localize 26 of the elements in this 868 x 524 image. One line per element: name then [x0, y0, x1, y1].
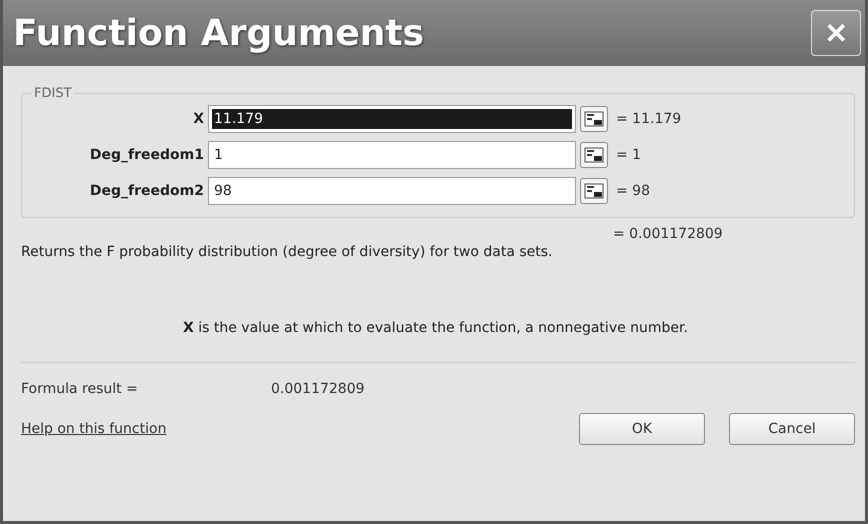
range-select-icon	[584, 147, 604, 163]
argument-result: = 1	[615, 147, 642, 163]
range-select-button[interactable]	[580, 178, 608, 204]
function-result: = 0.001172809	[613, 226, 723, 242]
argument-label: X	[192, 111, 204, 127]
range-select-button[interactable]	[580, 106, 608, 132]
ok-button[interactable]: OK	[579, 413, 705, 445]
formula-result-value: 0.001172809	[271, 381, 365, 397]
window-title: Function Arguments	[13, 12, 424, 54]
function-name: FDIST	[33, 86, 73, 101]
argument-result: = 11.179	[615, 111, 682, 127]
argument-field[interactable]: 11.179	[208, 105, 576, 133]
close-button[interactable]: ✕	[811, 10, 861, 56]
range-select-button[interactable]	[580, 142, 608, 168]
argument-field[interactable]: 98	[208, 177, 576, 205]
range-select-icon	[584, 111, 604, 127]
formula-result-label: Formula result =	[21, 381, 139, 397]
argument-label: Deg_freedom2	[88, 183, 204, 199]
argument-description: X is the value at which to evaluate the function, a nonnegative number.	[183, 320, 689, 336]
range-select-icon	[584, 183, 604, 199]
argument-field[interactable]: 1	[208, 141, 576, 169]
argument-result: = 98	[615, 183, 651, 199]
cancel-button[interactable]: Cancel	[729, 413, 855, 445]
help-link[interactable]: Help on this function	[21, 421, 555, 437]
argument-label: Deg_freedom1	[88, 147, 204, 163]
function-description: Returns the F probability distribution (degree of diversity) for two data sets.	[21, 244, 554, 260]
